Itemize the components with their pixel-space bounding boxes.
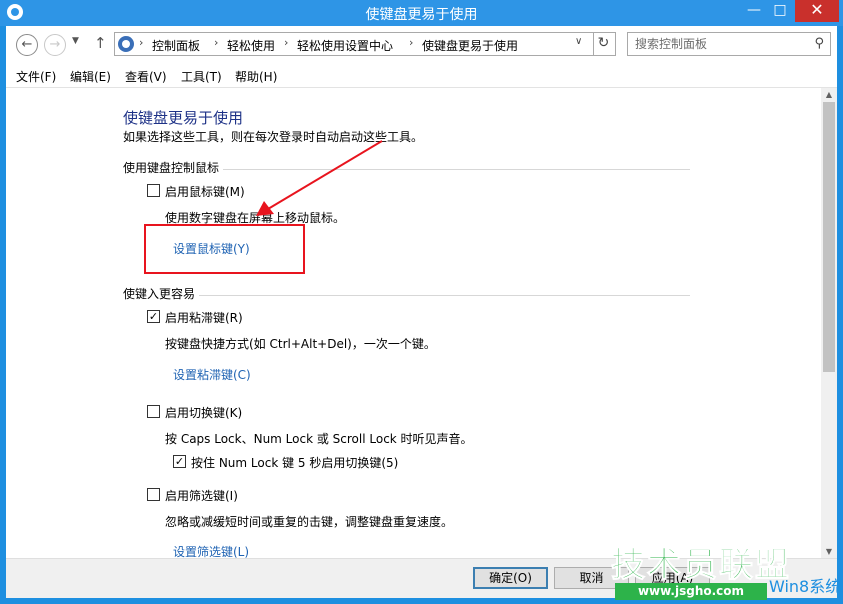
section-title: 使用键盘控制鼠标 (123, 159, 224, 176)
content-pane: 使键盘更易于使用 如果选择这些工具，则在每次登录时自动启动这些工具。 使用键盘控… (6, 88, 821, 558)
watermark-url: www.jsgho.com (615, 583, 767, 600)
maximize-button[interactable]: □ (767, 0, 793, 22)
window-titlebar: 使键盘更易于使用 — □ ✕ (0, 0, 843, 26)
vertical-scrollbar[interactable]: ▲ ▼ (821, 88, 837, 558)
refresh-button[interactable]: ↻ (592, 32, 616, 56)
breadcrumb-ease-of-access-center[interactable]: 轻松使用设置中心 (297, 37, 393, 54)
breadcrumb-separator[interactable]: › (139, 36, 143, 49)
up-button[interactable]: ↑ (94, 34, 107, 52)
ok-button[interactable]: 确定(O) (473, 567, 548, 589)
watermark-logo-text: 技术员联盟 (611, 545, 791, 586)
breadcrumb-current-page[interactable]: 使键盘更易于使用 (422, 37, 518, 54)
breadcrumb-control-panel[interactable]: 控制面板 (152, 37, 200, 54)
search-box[interactable]: ⚲ (627, 32, 831, 56)
scroll-thumb[interactable] (823, 102, 835, 372)
section-title: 使键入更容易 (123, 285, 200, 302)
breadcrumb-ease-of-access[interactable]: 轻松使用 (227, 37, 275, 54)
address-bar[interactable]: › 控制面板 › 轻松使用 › 轻松使用设置中心 › 使键盘更易于使用 ∨ (114, 32, 594, 56)
window-title: 使键盘更易于使用 (365, 7, 478, 23)
close-button[interactable]: ✕ (795, 0, 839, 22)
watermark-small-text: Win8系统之家 (769, 577, 843, 596)
menu-edit[interactable]: 编辑(E) (70, 68, 111, 85)
chevron-down-icon[interactable]: ∨ (575, 36, 582, 47)
menu-file[interactable]: 文件(F) (16, 68, 56, 85)
menu-help[interactable]: 帮助(H) (235, 68, 277, 85)
recent-pages-dropdown[interactable]: ▼ (72, 36, 79, 46)
scroll-up-arrow[interactable]: ▲ (821, 90, 837, 99)
search-icon[interactable]: ⚲ (814, 36, 824, 51)
back-button[interactable]: ← (16, 34, 38, 56)
minimize-button[interactable]: — (741, 0, 767, 22)
breadcrumb-separator[interactable]: › (409, 36, 413, 49)
breadcrumb-separator[interactable]: › (284, 36, 288, 49)
menu-view[interactable]: 查看(V) (125, 68, 167, 85)
breadcrumb-separator[interactable]: › (214, 36, 218, 49)
navigation-bar: ← → ▼ ↑ › 控制面板 › 轻松使用 › 轻松使用设置中心 › 使键盘更易… (6, 26, 837, 64)
forward-button[interactable]: → (44, 34, 66, 56)
control-panel-icon (118, 36, 134, 52)
site-watermark: 技术员联盟 www.jsgho.com Win8系统之家 (609, 537, 843, 604)
menu-tools[interactable]: 工具(T) (181, 68, 222, 85)
search-input[interactable] (635, 34, 805, 54)
menu-bar: 文件(F) 编辑(E) 查看(V) 工具(T) 帮助(H) (6, 64, 837, 88)
